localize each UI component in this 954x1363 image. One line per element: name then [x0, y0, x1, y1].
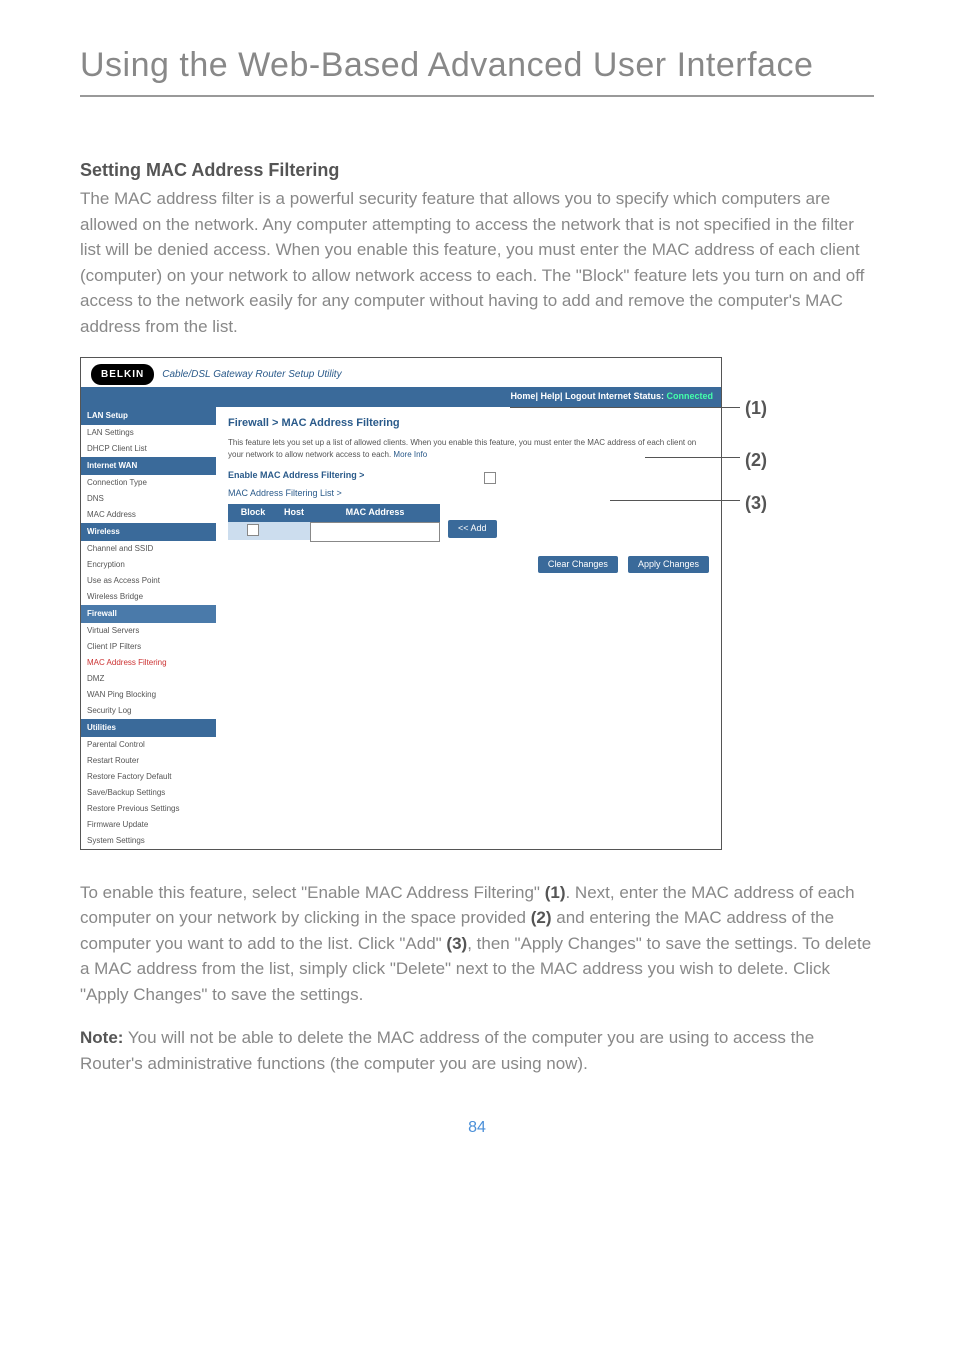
page-number: 84 — [80, 1116, 874, 1140]
sidebar-item[interactable]: Use as Access Point — [81, 573, 216, 589]
table-header-mac: MAC Address — [310, 504, 440, 522]
enable-mac-checkbox[interactable] — [484, 472, 496, 484]
sidebar-item[interactable]: WAN Ping Blocking — [81, 687, 216, 703]
sidebar-item[interactable]: Encryption — [81, 557, 216, 573]
callout-line-3 — [610, 500, 740, 501]
enable-mac-filtering-link[interactable]: Enable MAC Address Filtering > — [228, 469, 364, 483]
router-ui-window: BELKIN Cable/DSL Gateway Router Setup Ut… — [80, 357, 722, 850]
sidebar-item[interactable]: Restart Router — [81, 753, 216, 769]
sidebar-item[interactable]: DHCP Client List — [81, 441, 216, 457]
more-info-link[interactable]: More Info — [393, 450, 427, 459]
sidebar-item[interactable]: Client IP Filters — [81, 639, 216, 655]
content-description: This feature lets you set up a list of a… — [228, 437, 709, 461]
sidebar-item[interactable]: Restore Factory Default — [81, 769, 216, 785]
clear-changes-button[interactable]: Clear Changes — [538, 556, 618, 574]
sidebar-item[interactable]: DNS — [81, 491, 216, 507]
sidebar-header-wan: Internet WAN — [81, 457, 216, 475]
block-checkbox[interactable] — [247, 524, 259, 536]
belkin-logo: BELKIN — [91, 364, 154, 385]
ref-2: (2) — [531, 908, 552, 927]
apply-changes-button[interactable]: Apply Changes — [628, 556, 709, 574]
router-tagline: Cable/DSL Gateway Router Setup Utility — [162, 367, 341, 382]
callout-1: (1) — [745, 395, 767, 422]
add-button[interactable]: << Add — [448, 520, 497, 538]
internet-status: Connected — [664, 391, 713, 401]
sidebar-header-firewall: Firewall — [81, 605, 216, 623]
ref-3: (3) — [446, 934, 467, 953]
sidebar-item[interactable]: Parental Control — [81, 737, 216, 753]
callout-line-2 — [645, 457, 740, 458]
sidebar-item[interactable]: Firmware Update — [81, 817, 216, 833]
intro-paragraph: The MAC address filter is a powerful sec… — [80, 186, 874, 339]
page-title: Using the Web-Based Advanced User Interf… — [80, 40, 874, 91]
table-header-host: Host — [278, 504, 310, 522]
sidebar-item[interactable]: Wireless Bridge — [81, 589, 216, 605]
router-sidebar: LAN Setup LAN Settings DHCP Client List … — [81, 407, 216, 849]
callout-line-1 — [510, 407, 740, 408]
desc-text: This feature lets you set up a list of a… — [228, 438, 696, 459]
sidebar-header-utilities: Utilities — [81, 719, 216, 737]
sidebar-item[interactable]: MAC Address — [81, 507, 216, 523]
router-content: Firewall > MAC Address Filtering This fe… — [216, 407, 721, 849]
sidebar-item[interactable]: Virtual Servers — [81, 623, 216, 639]
router-body: LAN Setup LAN Settings DHCP Client List … — [81, 407, 721, 849]
callout-2: (2) — [745, 447, 767, 474]
table-header-block: Block — [228, 504, 278, 522]
sidebar-item[interactable]: DMZ — [81, 671, 216, 687]
note-text: You will not be able to delete the MAC a… — [80, 1028, 814, 1073]
outro-paragraph-1: To enable this feature, select "Enable M… — [80, 880, 874, 1008]
filter-list-label: MAC Address Filtering List > — [228, 487, 709, 501]
note-paragraph: Note: You will not be able to delete the… — [80, 1025, 874, 1076]
callout-3: (3) — [745, 490, 767, 517]
sidebar-item[interactable]: LAN Settings — [81, 425, 216, 441]
topbar-links[interactable]: Home| Help| Logout Internet Status: — [510, 391, 664, 401]
sidebar-item-mac-filtering[interactable]: MAC Address Filtering — [81, 655, 216, 671]
sidebar-item[interactable]: Connection Type — [81, 475, 216, 491]
sidebar-header-wireless: Wireless — [81, 523, 216, 541]
sidebar-item[interactable]: System Settings — [81, 833, 216, 849]
content-title: Firewall > MAC Address Filtering — [228, 415, 709, 432]
sidebar-item[interactable]: Restore Previous Settings — [81, 801, 216, 817]
note-label: Note: — [80, 1028, 123, 1047]
sidebar-item[interactable]: Save/Backup Settings — [81, 785, 216, 801]
host-cell — [278, 522, 310, 540]
embedded-screenshot: BELKIN Cable/DSL Gateway Router Setup Ut… — [80, 357, 874, 850]
section-heading: Setting MAC Address Filtering — [80, 157, 874, 184]
outro-text-1a: To enable this feature, select "Enable M… — [80, 883, 545, 902]
action-buttons-row: Clear Changes Apply Changes — [228, 556, 709, 574]
router-topbar: Home| Help| Logout Internet Status: Conn… — [81, 387, 721, 407]
router-header: BELKIN Cable/DSL Gateway Router Setup Ut… — [81, 358, 721, 387]
ref-1: (1) — [545, 883, 566, 902]
sidebar-item[interactable]: Security Log — [81, 703, 216, 719]
sidebar-item[interactable]: Channel and SSID — [81, 541, 216, 557]
mac-input[interactable] — [310, 522, 440, 542]
title-divider — [80, 95, 874, 97]
sidebar-header-lan: LAN Setup — [81, 407, 216, 425]
mac-filter-table: Block Host MAC Address — [228, 504, 440, 542]
